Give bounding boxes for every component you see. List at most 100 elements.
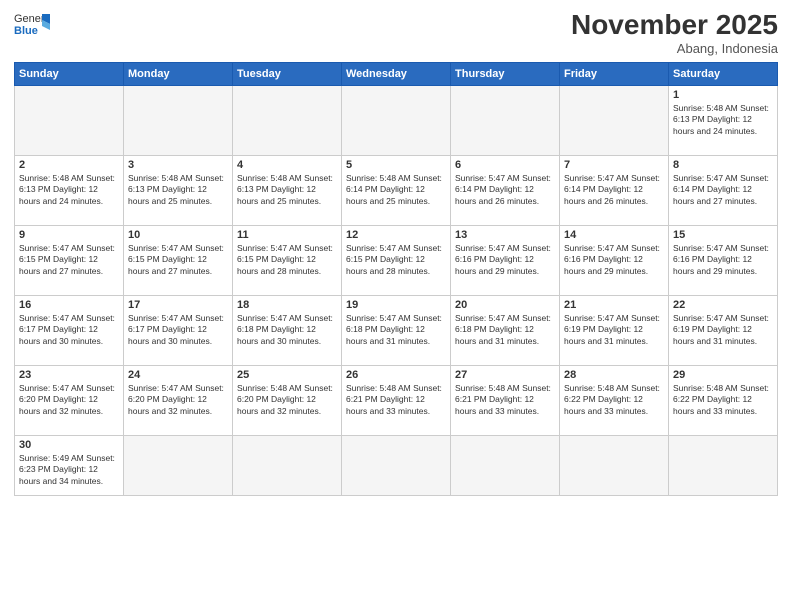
table-row: 11 Sunrise: 5:47 AM Sunset: 6:15 PM Dayli… [233, 225, 342, 295]
day-info: Sunrise: 5:47 AM Sunset: 6:20 PM Dayligh… [128, 383, 228, 417]
day-number: 14 [564, 229, 664, 241]
day-number: 3 [128, 159, 228, 171]
table-row: 16 Sunrise: 5:47 AM Sunset: 6:17 PM Dayli… [15, 295, 124, 365]
day-info: Sunrise: 5:47 AM Sunset: 6:19 PM Dayligh… [673, 313, 773, 347]
header-monday: Monday [124, 62, 233, 85]
table-row: 13 Sunrise: 5:47 AM Sunset: 6:16 PM Dayli… [451, 225, 560, 295]
table-row: 17 Sunrise: 5:47 AM Sunset: 6:17 PM Dayli… [124, 295, 233, 365]
table-row [233, 435, 342, 495]
day-number: 30 [19, 439, 119, 451]
day-number: 18 [237, 299, 337, 311]
table-row: 21Sunrise: 5:47 AM Sunset: 6:19 PM Dayli… [560, 295, 669, 365]
table-row: 2 Sunrise: 5:48 AM Sunset: 6:13 PM Daylig… [15, 155, 124, 225]
day-info: Sunrise: 5:47 AM Sunset: 6:14 PM Dayligh… [455, 173, 555, 207]
day-number: 7 [564, 159, 664, 171]
table-row [124, 435, 233, 495]
day-info: Sunrise: 5:49 AM Sunset: 6:23 PM Dayligh… [19, 453, 119, 487]
day-number: 17 [128, 299, 228, 311]
header-wednesday: Wednesday [342, 62, 451, 85]
day-number: 15 [673, 229, 773, 241]
month-title: November 2025 [571, 10, 778, 41]
table-row: 18 Sunrise: 5:47 AM Sunset: 6:18 PM Dayli… [233, 295, 342, 365]
day-info: Sunrise: 5:47 AM Sunset: 6:15 PM Dayligh… [128, 243, 228, 277]
table-row: 27 Sunrise: 5:48 AM Sunset: 6:21 PM Dayli… [451, 365, 560, 435]
generalblue-logo-icon: General Blue [14, 10, 50, 38]
table-row: 1 Sunrise: 5:48 AM Sunset: 6:13 PM Daylig… [669, 85, 778, 155]
day-info: Sunrise: 5:48 AM Sunset: 6:20 PM Dayligh… [237, 383, 337, 417]
day-info: Sunrise: 5:48 AM Sunset: 6:21 PM Dayligh… [455, 383, 555, 417]
day-info: Sunrise: 5:47 AM Sunset: 6:16 PM Dayligh… [564, 243, 664, 277]
table-row: 10 Sunrise: 5:47 AM Sunset: 6:15 PM Dayli… [124, 225, 233, 295]
table-row: 25 Sunrise: 5:48 AM Sunset: 6:20 PM Dayli… [233, 365, 342, 435]
table-row: 4 Sunrise: 5:48 AM Sunset: 6:13 PM Daylig… [233, 155, 342, 225]
day-number: 27 [455, 369, 555, 381]
day-info: Sunrise: 5:47 AM Sunset: 6:20 PM Dayligh… [19, 383, 119, 417]
day-info: Sunrise: 5:47 AM Sunset: 6:17 PM Dayligh… [19, 313, 119, 347]
table-row [451, 85, 560, 155]
day-number: 9 [19, 229, 119, 241]
day-number: 2 [19, 159, 119, 171]
table-row: 30 Sunrise: 5:49 AM Sunset: 6:23 PM Dayli… [15, 435, 124, 495]
day-number: 8 [673, 159, 773, 171]
day-info: Sunrise: 5:48 AM Sunset: 6:14 PM Dayligh… [346, 173, 446, 207]
table-row [342, 85, 451, 155]
table-row [342, 435, 451, 495]
header-sunday: Sunday [15, 62, 124, 85]
day-info: Sunrise: 5:48 AM Sunset: 6:13 PM Dayligh… [128, 173, 228, 207]
day-number: 1 [673, 89, 773, 101]
day-number: 19 [346, 299, 446, 311]
calendar-page: General Blue November 2025 Abang, Indone… [0, 0, 792, 612]
table-row: 7 Sunrise: 5:47 AM Sunset: 6:14 PM Daylig… [560, 155, 669, 225]
day-number: 10 [128, 229, 228, 241]
day-info: Sunrise: 5:47 AM Sunset: 6:15 PM Dayligh… [19, 243, 119, 277]
table-row: 3 Sunrise: 5:48 AM Sunset: 6:13 PM Daylig… [124, 155, 233, 225]
day-info: Sunrise: 5:47 AM Sunset: 6:16 PM Dayligh… [455, 243, 555, 277]
day-info: Sunrise: 5:47 AM Sunset: 6:17 PM Dayligh… [128, 313, 228, 347]
day-number: 6 [455, 159, 555, 171]
day-info: Sunrise: 5:48 AM Sunset: 6:13 PM Dayligh… [237, 173, 337, 207]
table-row: 9 Sunrise: 5:47 AM Sunset: 6:15 PM Daylig… [15, 225, 124, 295]
table-row: 15 Sunrise: 5:47 AM Sunset: 6:16 PM Dayli… [669, 225, 778, 295]
table-row: 23Sunrise: 5:47 AM Sunset: 6:20 PM Dayli… [15, 365, 124, 435]
day-number: 26 [346, 369, 446, 381]
table-row: 28 Sunrise: 5:48 AM Sunset: 6:22 PM Dayli… [560, 365, 669, 435]
day-info: Sunrise: 5:47 AM Sunset: 6:19 PM Dayligh… [564, 313, 664, 347]
day-number: 24 [128, 369, 228, 381]
day-info: Sunrise: 5:47 AM Sunset: 6:18 PM Dayligh… [237, 313, 337, 347]
table-row [15, 85, 124, 155]
table-row: 19 Sunrise: 5:47 AM Sunset: 6:18 PM Dayli… [342, 295, 451, 365]
table-row: 24 Sunrise: 5:47 AM Sunset: 6:20 PM Dayli… [124, 365, 233, 435]
day-info: Sunrise: 5:48 AM Sunset: 6:22 PM Dayligh… [564, 383, 664, 417]
weekday-header-row: Sunday Monday Tuesday Wednesday Thursday… [15, 62, 778, 85]
day-number: 22 [673, 299, 773, 311]
day-number: 25 [237, 369, 337, 381]
table-row: 14 Sunrise: 5:47 AM Sunset: 6:16 PM Dayli… [560, 225, 669, 295]
table-row [451, 435, 560, 495]
table-row: 12Sunrise: 5:47 AM Sunset: 6:15 PM Dayli… [342, 225, 451, 295]
day-info: Sunrise: 5:47 AM Sunset: 6:18 PM Dayligh… [455, 313, 555, 347]
header-tuesday: Tuesday [233, 62, 342, 85]
day-info: Sunrise: 5:47 AM Sunset: 6:14 PM Dayligh… [564, 173, 664, 207]
table-row: 26Sunrise: 5:48 AM Sunset: 6:21 PM Dayli… [342, 365, 451, 435]
day-number: 20 [455, 299, 555, 311]
day-number: 4 [237, 159, 337, 171]
table-row: 6 Sunrise: 5:47 AM Sunset: 6:14 PM Daylig… [451, 155, 560, 225]
header: General Blue November 2025 Abang, Indone… [14, 10, 778, 56]
location: Abang, Indonesia [571, 41, 778, 56]
day-info: Sunrise: 5:47 AM Sunset: 6:18 PM Dayligh… [346, 313, 446, 347]
title-block: November 2025 Abang, Indonesia [571, 10, 778, 56]
table-row [233, 85, 342, 155]
day-number: 29 [673, 369, 773, 381]
day-number: 13 [455, 229, 555, 241]
day-info: Sunrise: 5:47 AM Sunset: 6:15 PM Dayligh… [346, 243, 446, 277]
logo: General Blue [14, 10, 50, 38]
table-row [560, 85, 669, 155]
day-number: 16 [19, 299, 119, 311]
day-info: Sunrise: 5:48 AM Sunset: 6:13 PM Dayligh… [673, 103, 773, 137]
header-thursday: Thursday [451, 62, 560, 85]
day-info: Sunrise: 5:47 AM Sunset: 6:16 PM Dayligh… [673, 243, 773, 277]
day-info: Sunrise: 5:48 AM Sunset: 6:13 PM Dayligh… [19, 173, 119, 207]
day-number: 28 [564, 369, 664, 381]
day-info: Sunrise: 5:47 AM Sunset: 6:15 PM Dayligh… [237, 243, 337, 277]
day-number: 11 [237, 229, 337, 241]
